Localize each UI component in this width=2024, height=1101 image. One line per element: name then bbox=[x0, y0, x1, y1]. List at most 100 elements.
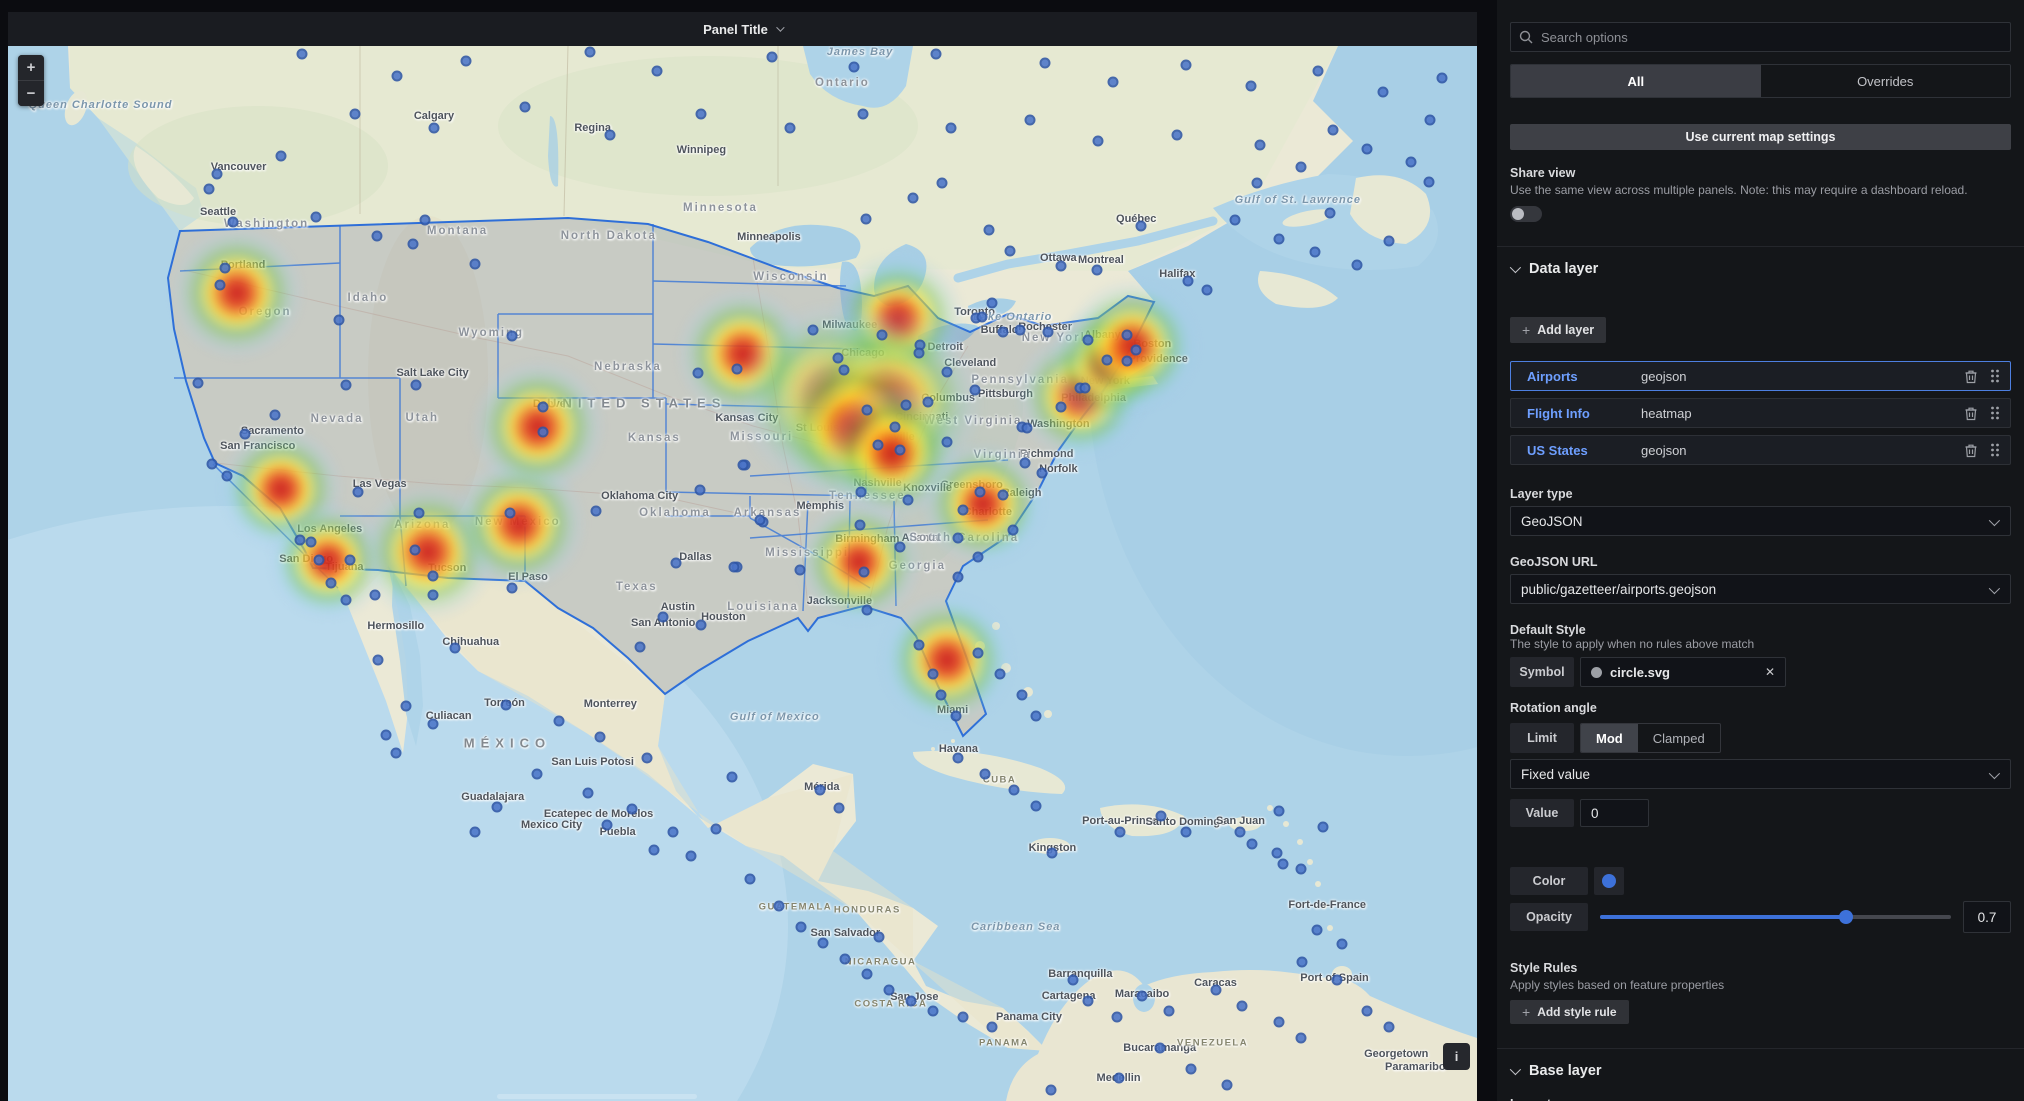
airport-marker[interactable] bbox=[313, 554, 325, 566]
airport-marker[interactable] bbox=[941, 436, 953, 448]
airport-marker[interactable] bbox=[206, 458, 218, 470]
airport-marker[interactable] bbox=[1331, 974, 1343, 986]
airport-marker[interactable] bbox=[1424, 114, 1436, 126]
airport-marker[interactable] bbox=[553, 715, 565, 727]
color-picker-button[interactable] bbox=[1594, 867, 1624, 895]
airport-marker[interactable] bbox=[754, 514, 766, 526]
airport-marker[interactable] bbox=[726, 771, 738, 783]
airport-marker[interactable] bbox=[369, 589, 381, 601]
airport-marker[interactable] bbox=[1045, 1084, 1057, 1096]
airport-marker[interactable] bbox=[795, 921, 807, 933]
airport-marker[interactable] bbox=[873, 931, 885, 943]
airport-marker[interactable] bbox=[1210, 984, 1222, 996]
airport-marker[interactable] bbox=[214, 279, 226, 291]
airport-marker[interactable] bbox=[1254, 139, 1266, 151]
airport-marker[interactable] bbox=[413, 507, 425, 519]
airport-marker[interactable] bbox=[1079, 382, 1091, 394]
airport-marker[interactable] bbox=[227, 216, 239, 228]
airport-marker[interactable] bbox=[1295, 863, 1307, 875]
rotation-option-clamped[interactable]: Clamped bbox=[1638, 724, 1720, 752]
clear-symbol-icon[interactable]: ✕ bbox=[1765, 665, 1775, 679]
airport-marker[interactable] bbox=[1246, 838, 1258, 850]
airport-marker[interactable] bbox=[1361, 1005, 1373, 1017]
airport-marker[interactable] bbox=[731, 363, 743, 375]
airport-marker[interactable] bbox=[694, 484, 706, 496]
opacity-slider[interactable] bbox=[1600, 910, 1951, 924]
airport-marker[interactable] bbox=[590, 505, 602, 517]
airport-marker[interactable] bbox=[876, 329, 888, 341]
airport-marker[interactable] bbox=[1030, 710, 1042, 722]
airport-marker[interactable] bbox=[419, 214, 431, 226]
airport-marker[interactable] bbox=[1082, 334, 1094, 346]
airport-marker[interactable] bbox=[537, 426, 549, 438]
airport-marker[interactable] bbox=[833, 802, 845, 814]
airport-marker[interactable] bbox=[1021, 422, 1033, 434]
airport-marker[interactable] bbox=[994, 668, 1006, 680]
airport-marker[interactable] bbox=[922, 396, 934, 408]
airport-marker[interactable] bbox=[296, 48, 308, 60]
airport-marker[interactable] bbox=[1327, 124, 1339, 136]
layer-row-airports[interactable]: Airports geojson bbox=[1510, 361, 2011, 391]
airport-marker[interactable] bbox=[1361, 143, 1373, 155]
airport-marker[interactable] bbox=[1377, 86, 1389, 98]
airport-marker[interactable] bbox=[986, 1021, 998, 1033]
airport-marker[interactable] bbox=[894, 541, 906, 553]
airport-marker[interactable] bbox=[930, 48, 942, 60]
airport-marker[interactable] bbox=[469, 826, 481, 838]
layer-name[interactable]: US States bbox=[1527, 443, 1641, 458]
airport-marker[interactable] bbox=[1405, 156, 1417, 168]
airport-marker[interactable] bbox=[1030, 800, 1042, 812]
airport-marker[interactable] bbox=[832, 352, 844, 364]
airport-marker[interactable] bbox=[349, 108, 361, 120]
airport-marker[interactable] bbox=[861, 968, 873, 980]
airport-marker[interactable] bbox=[380, 729, 392, 741]
airport-marker[interactable] bbox=[855, 486, 867, 498]
panel-header[interactable]: Panel Title bbox=[8, 12, 1477, 46]
airport-marker[interactable] bbox=[449, 642, 461, 654]
airport-marker[interactable] bbox=[641, 752, 653, 764]
airport-marker[interactable] bbox=[469, 258, 481, 270]
airport-marker[interactable] bbox=[976, 311, 988, 323]
airport-marker[interactable] bbox=[648, 844, 660, 856]
airport-marker[interactable] bbox=[945, 122, 957, 134]
airport-marker[interactable] bbox=[626, 803, 638, 815]
airport-marker[interactable] bbox=[1251, 177, 1263, 189]
airport-marker[interactable] bbox=[670, 557, 682, 569]
airport-marker[interactable] bbox=[860, 213, 872, 225]
airport-marker[interactable] bbox=[504, 507, 516, 519]
airport-marker[interactable] bbox=[957, 1011, 969, 1023]
airport-marker[interactable] bbox=[634, 641, 646, 653]
airport-marker[interactable] bbox=[814, 784, 826, 796]
airport-marker[interactable] bbox=[858, 566, 870, 578]
airport-marker[interactable] bbox=[582, 787, 594, 799]
airport-marker[interactable] bbox=[1180, 59, 1192, 71]
airport-marker[interactable] bbox=[1171, 129, 1183, 141]
airport-marker[interactable] bbox=[407, 238, 419, 250]
layer-row-us-states[interactable]: US States geojson bbox=[1510, 435, 2011, 465]
airport-marker[interactable] bbox=[1311, 924, 1323, 936]
airport-marker[interactable] bbox=[1019, 457, 1031, 469]
airport-marker[interactable] bbox=[390, 747, 402, 759]
airport-marker[interactable] bbox=[773, 900, 785, 912]
airport-marker[interactable] bbox=[1273, 1016, 1285, 1028]
airport-marker[interactable] bbox=[1317, 821, 1329, 833]
airport-marker[interactable] bbox=[305, 536, 317, 548]
layer-name[interactable]: Airports bbox=[1527, 369, 1641, 384]
airport-marker[interactable] bbox=[275, 150, 287, 162]
airport-marker[interactable] bbox=[1092, 135, 1104, 147]
airport-marker[interactable] bbox=[1055, 260, 1067, 272]
airport-marker[interactable] bbox=[838, 364, 850, 376]
airport-marker[interactable] bbox=[1055, 401, 1067, 413]
rotation-option-mod[interactable]: Mod bbox=[1581, 724, 1638, 752]
layer-type-select[interactable]: GeoJSON bbox=[1510, 506, 2011, 536]
airport-marker[interactable] bbox=[807, 324, 819, 336]
airport-marker[interactable] bbox=[1121, 355, 1133, 367]
airport-marker[interactable] bbox=[1036, 467, 1048, 479]
layer-name[interactable]: Flight Info bbox=[1527, 406, 1641, 421]
airport-marker[interactable] bbox=[310, 211, 322, 223]
airport-marker[interactable] bbox=[1296, 956, 1308, 968]
airport-marker[interactable] bbox=[519, 101, 531, 113]
airport-marker[interactable] bbox=[333, 314, 345, 326]
airport-marker[interactable] bbox=[695, 619, 707, 631]
airport-marker[interactable] bbox=[192, 377, 203, 389]
